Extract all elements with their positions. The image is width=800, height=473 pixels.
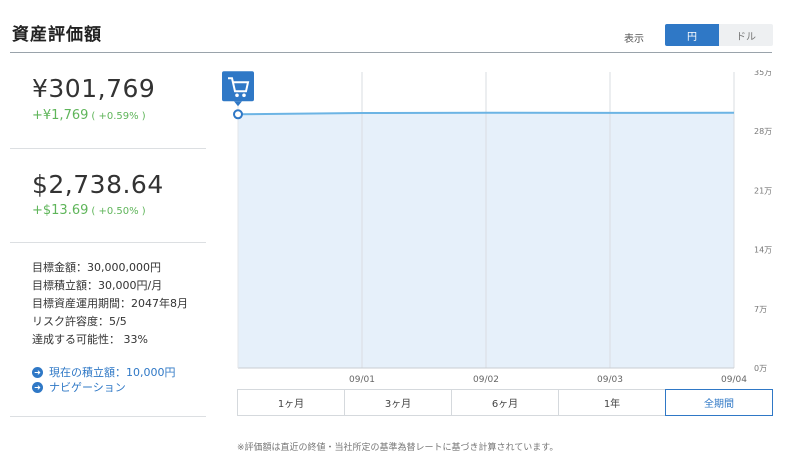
x-tick-label: 09/02 (473, 375, 499, 385)
page-title: 資産評価額 (12, 25, 102, 45)
start-point (233, 109, 243, 120)
footnote: ※評価額は直近の終値・当社所定の基準為替レートに基づき計算されています。 (237, 443, 559, 453)
sidebar-divider (10, 242, 206, 243)
goal-period: 目標資産運用期間：2047年8月 (32, 297, 188, 310)
jpy-gain-pct: ( +0.59% ) (91, 111, 146, 122)
usd-gain-amount: +$13.69 (32, 203, 89, 218)
period-1y-button[interactable]: 1年 (559, 390, 666, 415)
shopping-cart-icon (222, 71, 254, 107)
navigation-link[interactable]: ➜ ナビゲーション (32, 379, 126, 395)
usd-gain: +$13.69( +0.50% ) (32, 203, 146, 218)
display-label: 表示 (624, 34, 644, 45)
y-tick-label: 0万 (754, 364, 767, 373)
y-tick-label: 35万 (754, 70, 772, 77)
period-1m-button[interactable]: 1ヶ月 (238, 390, 345, 415)
y-tick-label: 21万 (754, 186, 772, 195)
asset-chart: 0万 7万 14万 21万 28万 35万 09/01 09/02 09/03 09/04 (222, 70, 800, 390)
sidebar-divider (10, 416, 206, 417)
currency-jpy-button[interactable]: 円 (665, 24, 719, 46)
arrow-right-circle-icon: ➜ (32, 381, 43, 393)
period-3m-button[interactable]: 3ヶ月 (345, 390, 452, 415)
asset-chart-svg: 0万 7万 14万 21万 28万 35万 09/01 09/02 09/03 09/04 (222, 70, 772, 385)
period-selector: 1ヶ月 3ヶ月 6ヶ月 1年 全期間 (237, 389, 773, 416)
currency-toggle: 円 ドル (665, 24, 773, 46)
x-tick-label: 09/03 (597, 375, 623, 385)
navigation-label: ナビゲーション (49, 381, 126, 394)
risk-tolerance: リスク許容度：5/5 (32, 315, 127, 328)
jpy-value: ¥301,769 (32, 74, 156, 103)
header-divider (10, 52, 772, 53)
jpy-gain-amount: +¥1,769 (32, 108, 89, 123)
goal-monthly: 目標積立額：30,000円/月 (32, 279, 163, 292)
goal-amount: 目標金額：30,000,000円 (32, 261, 161, 274)
current-contribution-label: 現在の積立額：10,000円 (49, 366, 176, 379)
achievement-probability: 達成する可能性： 33% (32, 333, 148, 346)
x-tick-label: 09/04 (721, 375, 747, 385)
y-tick-label: 14万 (754, 246, 772, 255)
currency-usd-button[interactable]: ドル (719, 24, 773, 46)
sidebar-divider (10, 148, 206, 149)
usd-gain-pct: ( +0.50% ) (91, 206, 146, 217)
y-tick-label: 7万 (754, 305, 767, 314)
y-tick-label: 28万 (754, 127, 772, 136)
arrow-right-circle-icon: ➜ (32, 366, 43, 378)
x-tick-label: 09/01 (349, 375, 375, 385)
period-all-button[interactable]: 全期間 (665, 389, 773, 416)
usd-value: $2,738.64 (32, 170, 164, 199)
period-6m-button[interactable]: 6ヶ月 (452, 390, 559, 415)
sidebar: ¥301,769 +¥1,769( +0.59% ) $2,738.64 +$1… (10, 54, 206, 419)
header: 資産評価額 表示 円 ドル (0, 0, 800, 54)
current-contribution-link[interactable]: ➜ 現在の積立額：10,000円 (32, 364, 176, 380)
goal-info: 目標金額：30,000,000円 目標積立額：30,000円/月 目標資産運用期… (32, 259, 188, 349)
jpy-gain: +¥1,769( +0.59% ) (32, 108, 146, 123)
